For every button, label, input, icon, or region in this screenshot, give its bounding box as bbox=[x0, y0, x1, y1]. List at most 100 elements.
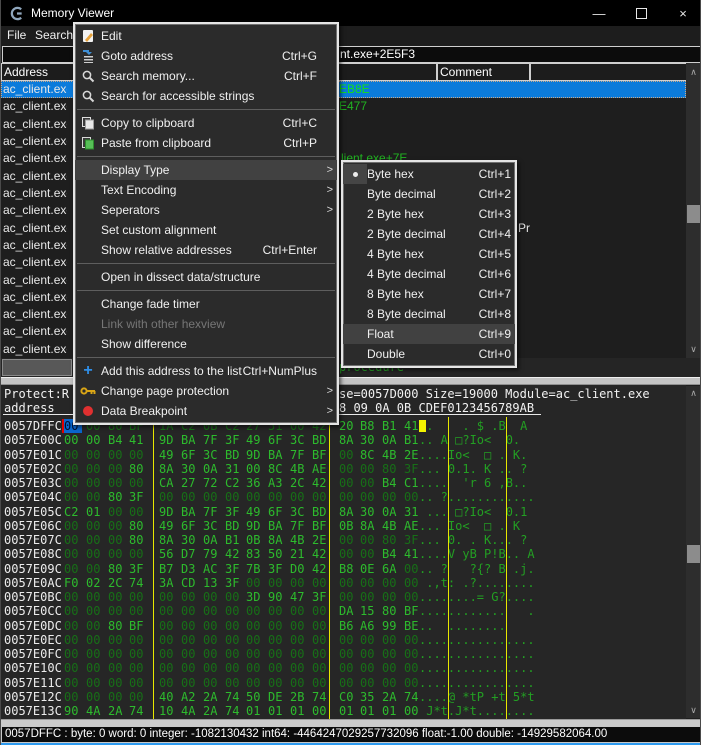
hex-byte[interactable]: DE bbox=[268, 690, 286, 704]
hex-row[interactable]: 0057E02C000000808A300A31008C4BAE0000803F… bbox=[1, 462, 686, 476]
hex-byte[interactable]: 00 bbox=[225, 676, 243, 690]
hex-byte[interactable]: 0B bbox=[246, 533, 264, 547]
hex-byte[interactable]: 00 bbox=[159, 619, 177, 633]
hex-byte[interactable]: 00 bbox=[64, 476, 82, 490]
hex-byte[interactable]: 01 bbox=[268, 704, 286, 718]
menu-item-double[interactable]: DoubleCtrl+0 bbox=[343, 344, 515, 364]
menu-item-2-byte-decimal[interactable]: 2 Byte decimalCtrl+4 bbox=[343, 224, 515, 244]
hex-byte[interactable]: 00 bbox=[181, 676, 199, 690]
hex-byte[interactable]: 42 bbox=[312, 476, 330, 490]
hex-byte[interactable]: 47 bbox=[290, 590, 308, 604]
menu-item-change-page-protection[interactable]: Change page protection> bbox=[75, 381, 337, 401]
hex-byte[interactable]: 9D bbox=[246, 448, 264, 462]
hex-byte[interactable]: 74 bbox=[312, 690, 330, 704]
hex-byte[interactable]: 80 bbox=[129, 519, 147, 533]
hex-row[interactable]: 0057E06C00000080496F3CBD9DBA7FBF0B8A4BAE… bbox=[1, 519, 686, 533]
hex-byte[interactable]: 00 bbox=[181, 633, 199, 647]
hex-byte[interactable]: 00 bbox=[312, 604, 330, 618]
hex-byte[interactable]: B1 bbox=[225, 533, 243, 547]
hex-byte[interactable]: 90 bbox=[268, 590, 286, 604]
hex-byte[interactable]: 00 bbox=[86, 462, 104, 476]
hex-byte[interactable]: 00 bbox=[129, 676, 147, 690]
menu-item-goto-address[interactable]: Goto addressCtrl+G bbox=[75, 46, 337, 66]
hex-row[interactable]: 0057E07C000000808A300AB10B8A4B2E0000803F… bbox=[1, 533, 686, 547]
hex-byte[interactable]: 01 bbox=[339, 704, 357, 718]
hex-byte[interactable]: 3F bbox=[225, 433, 243, 447]
horizontal-scrollbar[interactable] bbox=[1, 719, 700, 726]
hex-byte[interactable]: 30 bbox=[360, 433, 378, 447]
hex-byte[interactable]: 00 bbox=[108, 476, 126, 490]
hex-byte[interactable]: 00 bbox=[108, 547, 126, 561]
hex-byte[interactable]: 13 bbox=[203, 576, 221, 590]
hex-byte[interactable]: 8A bbox=[159, 533, 177, 547]
hex-byte[interactable]: 0E bbox=[360, 562, 378, 576]
menu-item-search-memory[interactable]: Search memory...Ctrl+F bbox=[75, 66, 337, 86]
hex-byte[interactable]: 00 bbox=[339, 576, 357, 590]
hex-byte[interactable]: 00 bbox=[382, 676, 400, 690]
menu-item-seperators[interactable]: Seperators> bbox=[75, 200, 337, 220]
hex-byte[interactable]: 00 bbox=[86, 676, 104, 690]
hex-byte[interactable]: 50 bbox=[246, 690, 264, 704]
hex-byte[interactable]: B8 bbox=[339, 562, 357, 576]
hex-byte[interactable]: 3F bbox=[225, 505, 243, 519]
hex-byte[interactable]: 00 bbox=[360, 547, 378, 561]
hex-row-ascii[interactable]: ....Io< □ . K. bbox=[419, 448, 535, 462]
hex-byte[interactable]: 00 bbox=[203, 604, 221, 618]
hex-byte[interactable]: 00 bbox=[203, 661, 221, 675]
hex-row-ascii[interactable]: ................ bbox=[419, 661, 535, 675]
hex-byte[interactable]: 00 bbox=[64, 519, 82, 533]
hex-byte[interactable]: 7F bbox=[290, 448, 308, 462]
hex-byte[interactable]: 00 bbox=[203, 590, 221, 604]
hex-byte[interactable]: 7B bbox=[246, 562, 264, 576]
hex-byte[interactable]: 01 bbox=[290, 704, 308, 718]
hex-byte[interactable]: A2 bbox=[181, 690, 199, 704]
hex-byte[interactable]: C2 bbox=[64, 505, 82, 519]
hex-byte[interactable]: 00 bbox=[360, 490, 378, 504]
hex-byte[interactable]: 00 bbox=[129, 590, 147, 604]
hex-byte[interactable]: 00 bbox=[129, 604, 147, 618]
hex-byte[interactable]: 00 bbox=[129, 505, 147, 519]
hex-row[interactable]: 0057E03C00000000CA2772C236A32C420000B4C1… bbox=[1, 476, 686, 490]
hex-byte[interactable]: 00 bbox=[246, 619, 264, 633]
hex-byte[interactable]: 00 bbox=[181, 604, 199, 618]
hex-byte[interactable]: 00 bbox=[360, 462, 378, 476]
hex-byte[interactable]: B4 bbox=[382, 547, 400, 561]
hex-byte[interactable]: 00 bbox=[159, 604, 177, 618]
hex-byte[interactable]: 50 bbox=[268, 547, 286, 561]
hex-byte[interactable]: 4A bbox=[181, 704, 199, 718]
hex-byte[interactable]: 00 bbox=[129, 547, 147, 561]
hex-row[interactable]: 0057E0DC000080BF0000000000000000B6A699BE… bbox=[1, 619, 686, 633]
hex-byte[interactable]: 00 bbox=[86, 604, 104, 618]
menu-item-link-with-other-hexview[interactable]: Link with other hexview bbox=[75, 314, 337, 334]
hex-byte[interactable]: B7 bbox=[159, 562, 177, 576]
hex-row-ascii[interactable]: ................ bbox=[419, 647, 535, 661]
hex-byte[interactable]: 00 bbox=[339, 676, 357, 690]
hex-byte[interactable]: 00 bbox=[339, 476, 357, 490]
menu-item-display-type[interactable]: Display Type> bbox=[75, 160, 337, 180]
column-header-comment[interactable]: Comment bbox=[437, 63, 530, 81]
hex-byte[interactable]: D0 bbox=[290, 562, 308, 576]
hex-byte[interactable]: 4B bbox=[382, 519, 400, 533]
hex-byte[interactable]: 90 bbox=[64, 704, 82, 718]
hex-byte[interactable]: 00 bbox=[86, 590, 104, 604]
hex-byte[interactable]: 2A bbox=[108, 704, 126, 718]
hex-byte[interactable]: 7F bbox=[203, 505, 221, 519]
hex-byte[interactable]: 00 bbox=[108, 661, 126, 675]
hex-row-ascii[interactable]: .. ?............ bbox=[419, 490, 535, 504]
hex-byte[interactable]: 8C bbox=[268, 462, 286, 476]
hex-byte[interactable]: 00 bbox=[159, 661, 177, 675]
minimize-button[interactable]: — bbox=[579, 0, 619, 26]
hex-byte[interactable]: 00 bbox=[268, 676, 286, 690]
hex-byte[interactable]: 00 bbox=[64, 619, 82, 633]
hex-byte[interactable]: 00 bbox=[86, 661, 104, 675]
hex-byte[interactable]: 30 bbox=[181, 533, 199, 547]
hex-byte[interactable]: 00 bbox=[246, 661, 264, 675]
hex-byte[interactable]: 00 bbox=[108, 690, 126, 704]
hex-byte[interactable]: AE bbox=[312, 462, 330, 476]
hex-byte[interactable]: 8A bbox=[268, 533, 286, 547]
hex-byte[interactable]: 00 bbox=[108, 533, 126, 547]
hex-row-ascii[interactable]: ................ bbox=[419, 676, 535, 690]
hex-byte[interactable]: 3F bbox=[129, 562, 147, 576]
hex-byte[interactable]: 10 bbox=[159, 704, 177, 718]
hex-byte[interactable]: 00 bbox=[64, 490, 82, 504]
